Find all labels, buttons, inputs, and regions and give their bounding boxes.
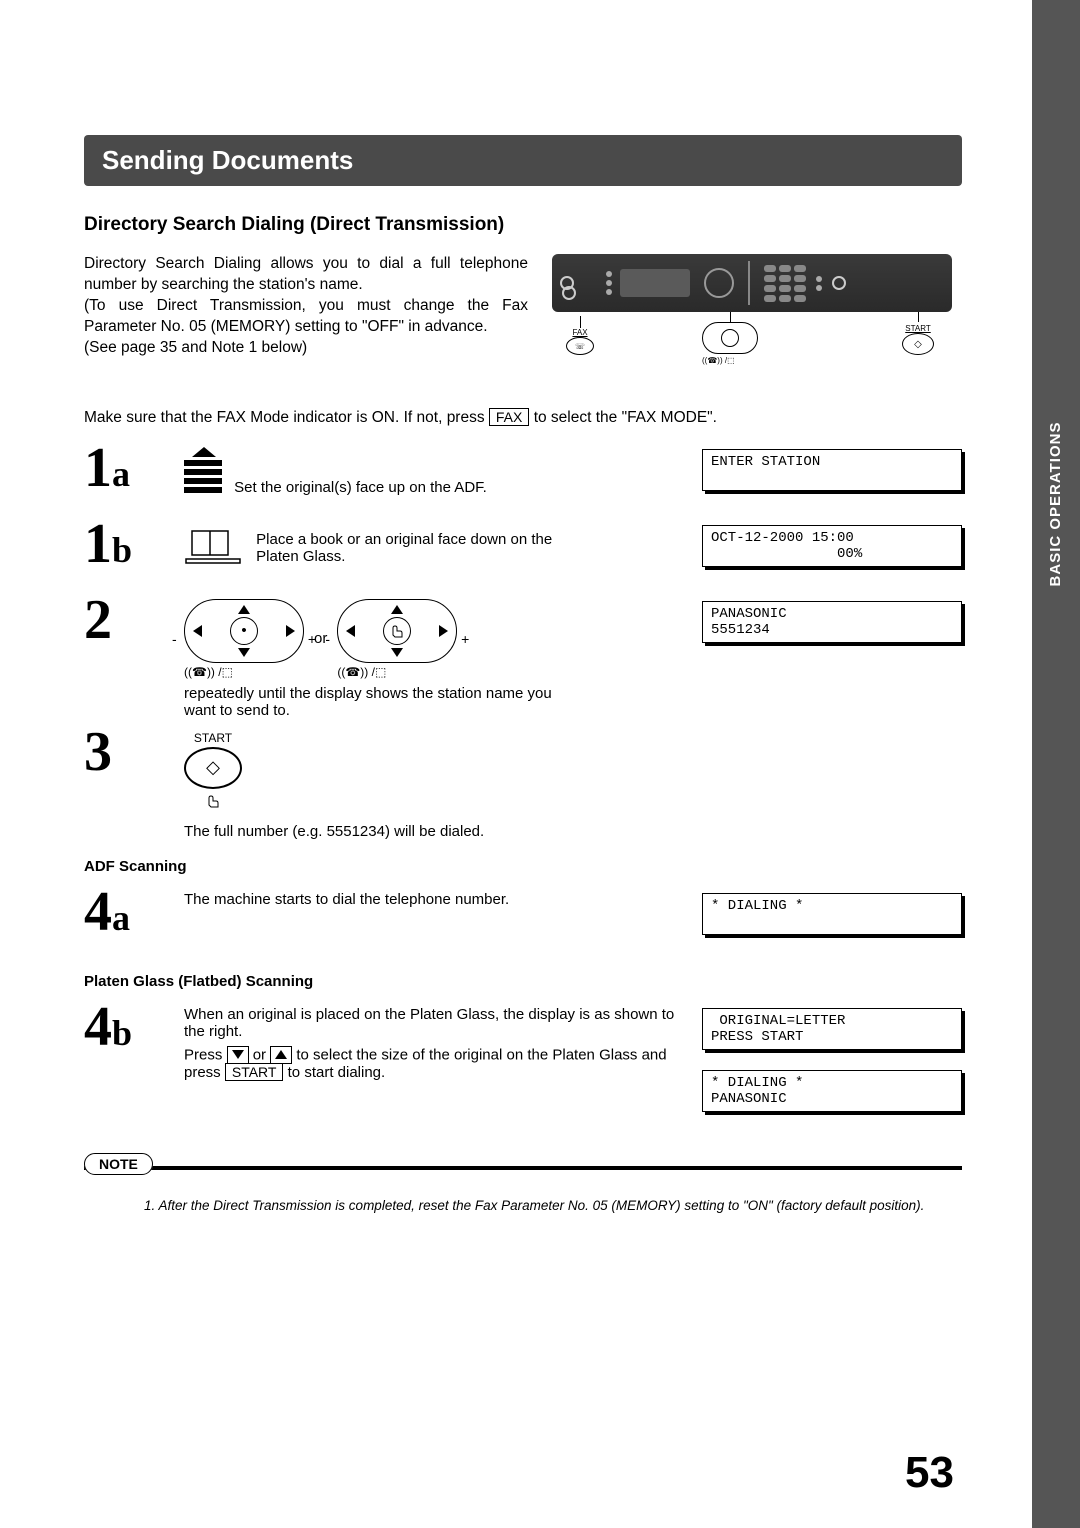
book-icon bbox=[184, 548, 256, 565]
step-body: START ◇ The full number (e.g. 5551234) w… bbox=[184, 727, 684, 840]
intro-p1: Directory Search Dialing allows you to d… bbox=[84, 254, 528, 296]
direction-pad-icon bbox=[702, 322, 758, 354]
step-2: 2 - • + ((☎)) /⬚ or - bbox=[84, 595, 962, 719]
step-4a: 4a The machine starts to dial the teleph… bbox=[84, 887, 962, 955]
fax-label: FAX bbox=[566, 328, 594, 337]
step-body: Set the original(s) face up on the ADF. bbox=[184, 443, 684, 496]
step-3-text: The full number (e.g. 5551234) will be d… bbox=[184, 823, 684, 840]
intro-text: Directory Search Dialing allows you to d… bbox=[84, 254, 528, 359]
intro-p2: (To use Direct Transmission, you must ch… bbox=[84, 296, 528, 338]
section-title: Sending Documents bbox=[84, 135, 962, 186]
page-content: Sending Documents Directory Search Diali… bbox=[0, 0, 1032, 1528]
step-number: 4a bbox=[84, 887, 166, 937]
step-4a-text: The machine starts to dial the telephone… bbox=[184, 887, 684, 908]
nav-callout: ((☎)) /⬚ bbox=[702, 312, 758, 365]
side-tab: BASIC OPERATIONS bbox=[1032, 0, 1080, 1528]
step-1b: 1b Place a book or an original face down… bbox=[84, 519, 962, 587]
adf-heading: ADF Scanning bbox=[84, 858, 962, 875]
page-number: 53 bbox=[905, 1448, 954, 1498]
hand-icon bbox=[203, 791, 223, 811]
steps-list: 1a Set the original(s) face up on the AD… bbox=[84, 443, 962, 1132]
step-4b: 4b When an original is placed on the Pla… bbox=[84, 1002, 962, 1132]
platen-heading: Platen Glass (Flatbed) Scanning bbox=[84, 973, 962, 990]
device-body bbox=[552, 254, 952, 312]
mode-instruction: Make sure that the FAX Mode indicator is… bbox=[84, 409, 962, 427]
lcd-1b: OCT-12-2000 15:00 00% bbox=[702, 525, 962, 567]
step-4b-l1: When an original is placed on the Platen… bbox=[184, 1006, 684, 1040]
start-icon: ◇ bbox=[902, 333, 934, 355]
note-text: 1. After the Direct Transmission is comp… bbox=[84, 1188, 962, 1213]
step-4b-l2: Press or to select the size of the origi… bbox=[184, 1046, 684, 1081]
dial-sub: ((☎)) /⬚ bbox=[337, 665, 457, 679]
lcd-4a: * DIALING * bbox=[702, 893, 962, 935]
hand-icon bbox=[387, 621, 407, 641]
down-arrow-key bbox=[227, 1046, 249, 1064]
intro-row: Directory Search Dialing allows you to d… bbox=[84, 254, 962, 359]
step-body: - • + ((☎)) /⬚ or - bbox=[184, 595, 684, 719]
step-body: Place a book or an original face down on… bbox=[184, 519, 684, 565]
lcd-4b2: * DIALING * PANASONIC bbox=[702, 1070, 962, 1112]
step-body: When an original is placed on the Platen… bbox=[184, 1002, 684, 1081]
start-button-icon: START ◇ bbox=[184, 731, 242, 815]
mode-post: to select the "FAX MODE". bbox=[534, 409, 717, 426]
lcd-4b1: ORIGINAL=LETTER PRESS START bbox=[702, 1008, 962, 1050]
lcd-1a: ENTER STATION bbox=[702, 449, 962, 491]
step-number: 3 bbox=[84, 727, 166, 777]
step-number: 2 bbox=[84, 595, 166, 645]
step-1a-text: Set the original(s) face up on the ADF. bbox=[234, 479, 487, 496]
device-illustration: FAX ☏ ((☎)) /⬚ START ◇ bbox=[552, 254, 962, 352]
step-3: 3 START ◇ The full number (e.g. 5551234)… bbox=[84, 727, 962, 840]
direction-pad-icon: • bbox=[184, 599, 304, 663]
start-key: START bbox=[225, 1063, 284, 1081]
subheading: Directory Search Dialing (Direct Transmi… bbox=[84, 214, 962, 236]
fax-callout: FAX ☏ bbox=[566, 316, 594, 355]
mode-pre: Make sure that the FAX Mode indicator is… bbox=[84, 409, 489, 426]
lcd-2: PANASONIC 5551234 bbox=[702, 601, 962, 643]
direction-pad-icon bbox=[337, 599, 457, 663]
step-2-text: repeatedly until the display shows the s… bbox=[184, 685, 584, 719]
step-number: 1b bbox=[84, 519, 166, 569]
start-label: START bbox=[902, 324, 934, 333]
intro-p3: (See page 35 and Note 1 below) bbox=[84, 338, 528, 359]
fax-key: FAX bbox=[489, 408, 529, 426]
start-callout: START ◇ bbox=[902, 312, 934, 355]
side-tab-label: BASIC OPERATIONS bbox=[1047, 422, 1065, 587]
step-1b-text: Place a book or an original face down on… bbox=[256, 531, 586, 565]
dial-sub: ((☎)) /⬚ bbox=[184, 665, 304, 679]
up-arrow-key bbox=[270, 1046, 292, 1064]
dial-sub-icons: ((☎)) /⬚ bbox=[702, 356, 758, 365]
adf-icon bbox=[184, 447, 222, 496]
note-section: NOTE 1. After the Direct Transmission is… bbox=[84, 1166, 962, 1213]
fax-icon: ☏ bbox=[566, 337, 594, 355]
note-label: NOTE bbox=[84, 1153, 153, 1175]
step-number: 4b bbox=[84, 1002, 166, 1052]
step-1a: 1a Set the original(s) face up on the AD… bbox=[84, 443, 962, 511]
step-number: 1a bbox=[84, 443, 166, 493]
